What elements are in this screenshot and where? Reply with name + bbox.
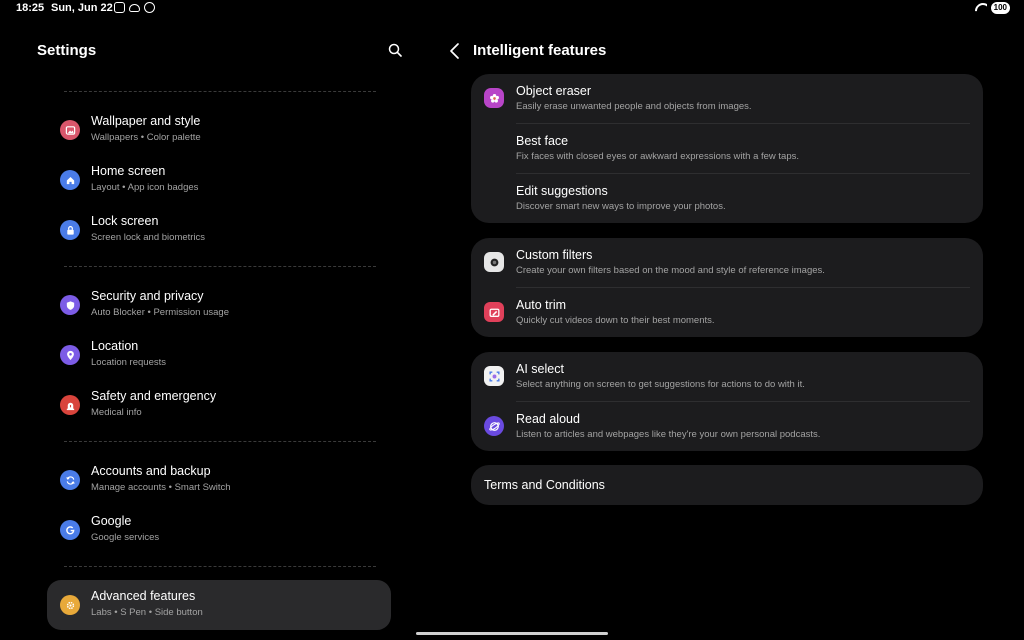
camera-icon	[484, 252, 504, 272]
item-subtitle: Wallpapers • Color palette	[91, 132, 201, 143]
row-title: Auto trim	[516, 298, 567, 312]
ai-select-icon	[484, 366, 504, 386]
terms-label: Terms and Conditions	[484, 478, 605, 492]
row-title: Object eraser	[516, 84, 592, 98]
terms-and-conditions-button[interactable]: Terms and Conditions	[471, 465, 983, 505]
row-ai-select[interactable]: AI select Select anything on screen to g…	[471, 352, 983, 402]
row-subtitle: Quickly cut videos down to their best mo…	[516, 315, 715, 326]
item-subtitle: Labs • S Pen • Side button	[91, 607, 203, 618]
row-title: Edit suggestions	[516, 184, 608, 198]
settings-item-home-screen[interactable]: Home screen Layout • App icon badges	[47, 155, 391, 205]
row-subtitle: Discover smart new ways to improve your …	[516, 201, 726, 212]
settings-item-location[interactable]: Location Location requests	[47, 330, 391, 380]
row-best-face[interactable]: Best face Fix faces with closed eyes or …	[471, 124, 983, 174]
gear-icon	[60, 595, 80, 615]
settings-title: Settings	[37, 42, 97, 59]
status-date: Sun, Jun 22	[51, 2, 113, 14]
divider	[64, 566, 376, 567]
battery-icon: 100	[990, 2, 1010, 14]
item-title: Location	[91, 339, 139, 353]
settings-item-wallpaper[interactable]: Wallpaper and style Wallpapers • Color p…	[47, 105, 391, 155]
dollar-icon	[144, 2, 155, 13]
settings-item-lock-screen[interactable]: Lock screen Screen lock and biometrics	[47, 205, 391, 255]
wifi-icon	[975, 3, 987, 13]
item-title: Advanced features	[91, 589, 196, 603]
item-title: Safety and emergency	[91, 389, 217, 403]
divider	[64, 441, 376, 442]
row-auto-trim[interactable]: Auto trim Quickly cut videos down to the…	[471, 288, 983, 338]
row-title: Read aloud	[516, 412, 580, 426]
card-photo-editing: Object eraser Easily erase unwanted peop…	[471, 74, 983, 223]
item-subtitle: Medical info	[91, 407, 142, 418]
item-subtitle: Google services	[91, 532, 160, 543]
item-subtitle: Screen lock and biometrics	[91, 232, 206, 243]
gallery-flower-icon	[484, 88, 504, 108]
video-editor-icon	[484, 302, 504, 322]
screen: 18:25 Sun, Jun 22 100 Settings Wallpaper…	[0, 0, 1024, 640]
row-object-eraser[interactable]: Object eraser Easily erase unwanted peop…	[471, 74, 983, 124]
status-right: 100	[975, 2, 1010, 14]
item-subtitle: Auto Blocker • Permission usage	[91, 307, 229, 318]
row-title: Best face	[516, 134, 569, 148]
settings-item-advanced-features[interactable]: Advanced features Labs • S Pen • Side bu…	[47, 580, 391, 630]
divider	[64, 91, 376, 92]
row-subtitle: Create your own filters based on the moo…	[516, 265, 825, 276]
row-subtitle: Fix faces with closed eyes or awkward ex…	[516, 151, 800, 162]
item-subtitle: Layout • App icon badges	[91, 182, 199, 193]
settings-item-accounts[interactable]: Accounts and backup Manage accounts • Sm…	[47, 455, 391, 505]
settings-item-security[interactable]: Security and privacy Auto Blocker • Perm…	[47, 280, 391, 330]
item-title: Wallpaper and style	[91, 114, 201, 128]
card-ai-tools: AI select Select anything on screen to g…	[471, 352, 983, 451]
status-bar: 18:25 Sun, Jun 22 100	[0, 0, 1024, 18]
row-subtitle: Easily erase unwanted people and objects…	[516, 101, 752, 112]
row-edit-suggestions[interactable]: Edit suggestions Discover smart new ways…	[471, 174, 983, 224]
row-title: Custom filters	[516, 248, 593, 262]
sync-icon	[60, 470, 80, 490]
item-title: Google	[91, 514, 132, 528]
row-subtitle: Select anything on screen to get suggest…	[516, 379, 805, 390]
location-pin-icon	[60, 345, 80, 365]
item-title: Security and privacy	[91, 289, 204, 303]
settings-item-safety[interactable]: Safety and emergency Medical info	[47, 380, 391, 430]
back-arrow-icon[interactable]	[447, 42, 463, 60]
row-custom-filters[interactable]: Custom filters Create your own filters b…	[471, 238, 983, 288]
item-subtitle: Manage accounts • Smart Switch	[91, 482, 231, 493]
emergency-icon	[60, 395, 80, 415]
item-subtitle: Location requests	[91, 357, 166, 368]
gesture-home-bar[interactable]	[416, 632, 608, 635]
card-camera-video: Custom filters Create your own filters b…	[471, 238, 983, 337]
image-icon	[60, 120, 80, 140]
divider	[64, 266, 376, 267]
google-icon	[60, 520, 80, 540]
home-icon	[60, 170, 80, 190]
item-title: Lock screen	[91, 214, 159, 228]
notification-icons	[114, 2, 155, 13]
search-icon[interactable]	[388, 43, 402, 57]
row-title: AI select	[516, 362, 564, 376]
cloud-icon	[129, 4, 140, 12]
row-read-aloud[interactable]: Read aloud Listen to articles and webpag…	[471, 402, 983, 452]
item-title: Home screen	[91, 164, 166, 178]
row-subtitle: Listen to articles and webpages like the…	[516, 429, 821, 440]
status-time: 18:25	[16, 2, 45, 14]
lock-icon	[60, 220, 80, 240]
settings-item-google[interactable]: Google Google services	[47, 505, 391, 555]
shield-icon	[60, 295, 80, 315]
internet-browser-icon	[484, 416, 504, 436]
screenshot-notification-icon	[114, 2, 125, 13]
item-title: Accounts and backup	[91, 464, 211, 478]
page-title: Intelligent features	[473, 42, 607, 59]
